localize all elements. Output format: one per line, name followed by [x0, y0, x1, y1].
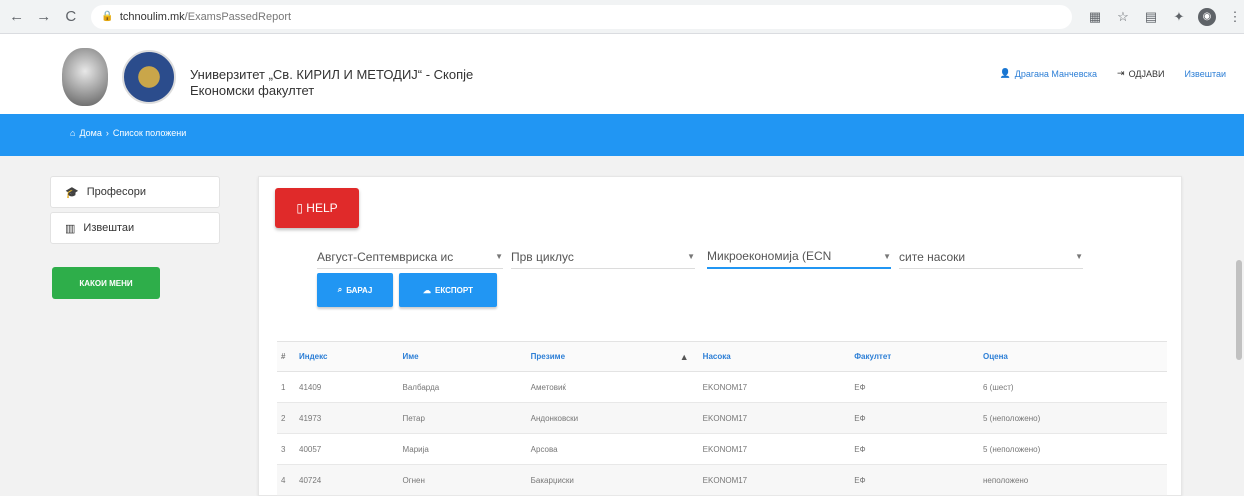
help-button[interactable]: ▯ HELP [275, 188, 359, 228]
col-header-grade[interactable]: Оцена [977, 341, 1167, 372]
programs-select[interactable]: сите насоки ▼ [899, 245, 1083, 269]
menu-dots-icon[interactable]: ⋮ [1226, 8, 1244, 26]
table-row[interactable]: 2 41973 Петар Андонковски EKONOM17 ЕФ 5 (непол… [277, 402, 1167, 434]
faculty-logo [122, 50, 176, 104]
url-host: tchnoulim.mk [119, 10, 185, 23]
star-icon[interactable]: ☆ [1114, 8, 1132, 26]
url-path: /ExamsPassedReport [184, 10, 292, 23]
sort-asc-icon: ▲ [679, 351, 689, 362]
translate-icon[interactable]: ▦ [1086, 8, 1104, 26]
col-header-name[interactable]: Име [396, 341, 525, 372]
col-header-surname[interactable]: Презиме ▲ [524, 341, 697, 372]
subject-select[interactable]: Микроекономија (ЕСN ▼ [707, 245, 891, 269]
col-header-program[interactable]: Насока [696, 341, 849, 372]
main-navbar: ⌂ Дома › Список положени [0, 114, 1244, 156]
breadcrumb: ⌂ Дома › Список положени [70, 128, 186, 138]
logout-icon: ⇥ [1117, 68, 1125, 78]
col-header-faculty[interactable]: Факултет [848, 341, 977, 372]
chevron-down-icon: ▼ [1075, 252, 1083, 261]
faculty-name: Економски факултет [190, 83, 315, 98]
table-row[interactable]: 1 41409 Валбарда Аметовиќ EKONOM17 ЕФ 6 (шест) [277, 371, 1167, 403]
logout-link[interactable]: ⇥ ОДЈАВИ [1117, 68, 1164, 79]
forward-icon[interactable]: → [33, 6, 54, 28]
table-header-row: # Индекс Име Презиме ▲ Насока Факултет Оц… [277, 341, 1167, 372]
help-icon: ▯ [296, 201, 303, 215]
cloud-download-icon: ☁ [423, 285, 431, 295]
col-header-index[interactable]: Индекс [293, 341, 397, 372]
site-header: Универзитет „Св. КИРИЛ И МЕТОДИЈ“ - Скоп… [0, 34, 1244, 114]
study-cycle-select[interactable]: Прв циклус ▼ [511, 245, 695, 269]
export-button[interactable]: ☁ ЕКСПОРТ [399, 273, 497, 307]
breadcrumb-current[interactable]: Список положени [113, 128, 186, 138]
table-row[interactable]: 3 40057 Марија Арсова EKONOM17 ЕФ 5 (неположен… [277, 433, 1167, 465]
back-icon[interactable]: ← [6, 6, 27, 28]
col-header-number: # [277, 341, 293, 372]
chevron-down-icon: ▼ [687, 252, 695, 261]
lock-icon: 🔒 [101, 11, 114, 22]
chevron-down-icon: ▼ [495, 252, 503, 261]
report-card: ▯ HELP Август-Септемвриска ис ▼ Прв циклу… [258, 176, 1182, 496]
user-link[interactable]: 👤 Драгана Манчевска [1000, 68, 1097, 79]
sidebar-item-label: Извештаи [83, 222, 135, 234]
green-action-button[interactable]: КАКОИ МЕНИ [52, 267, 160, 299]
chevron-down-icon: ▼ [883, 251, 891, 261]
sidebar-item-reports[interactable]: ▥ Извештаи [50, 212, 220, 244]
address-bar[interactable]: 🔒 tchnoulim.mk /ExamsPassedReport [91, 4, 1072, 29]
sidebar-item-label: Професори [86, 186, 147, 198]
graduation-cap-icon: 🎓 [65, 186, 79, 199]
extension-icon[interactable]: ▤ [1142, 8, 1160, 26]
table-row[interactable]: 4 40724 Огнен Бакарџиски EKONOM17 ЕФ неположен… [277, 464, 1167, 496]
puzzle-icon[interactable]: ✦ [1170, 8, 1188, 26]
results-table: # Индекс Име Презиме ▲ Насока Факултет Оц… [277, 341, 1167, 496]
home-icon: ⌂ [70, 128, 76, 138]
page-scrollbar[interactable] [1236, 260, 1242, 360]
user-icon: 👤 [999, 68, 1011, 78]
search-button[interactable]: ⌕ БАРАЈ [317, 273, 393, 307]
sidebar-item-professors[interactable]: 🎓 Професори [50, 176, 220, 208]
reload-icon[interactable]: C [60, 6, 81, 28]
browser-toolbar: ← → C 🔒 tchnoulim.mk /ExamsPassedReport … [0, 0, 1244, 34]
university-name: Универзитет „Св. КИРИЛ И МЕТОДИЈ“ - Скоп… [190, 67, 474, 82]
profile-avatar[interactable]: ◉ [1198, 7, 1216, 26]
session-select[interactable]: Август-Септемвриска ис ▼ [317, 245, 503, 269]
breadcrumb-separator: › [105, 128, 109, 138]
reports-link[interactable]: Извештаи [1184, 68, 1226, 79]
university-logo [62, 48, 108, 106]
bar-chart-icon: ▥ [65, 222, 76, 235]
search-icon: ⌕ [337, 285, 343, 294]
breadcrumb-home[interactable]: Дома [79, 128, 101, 138]
